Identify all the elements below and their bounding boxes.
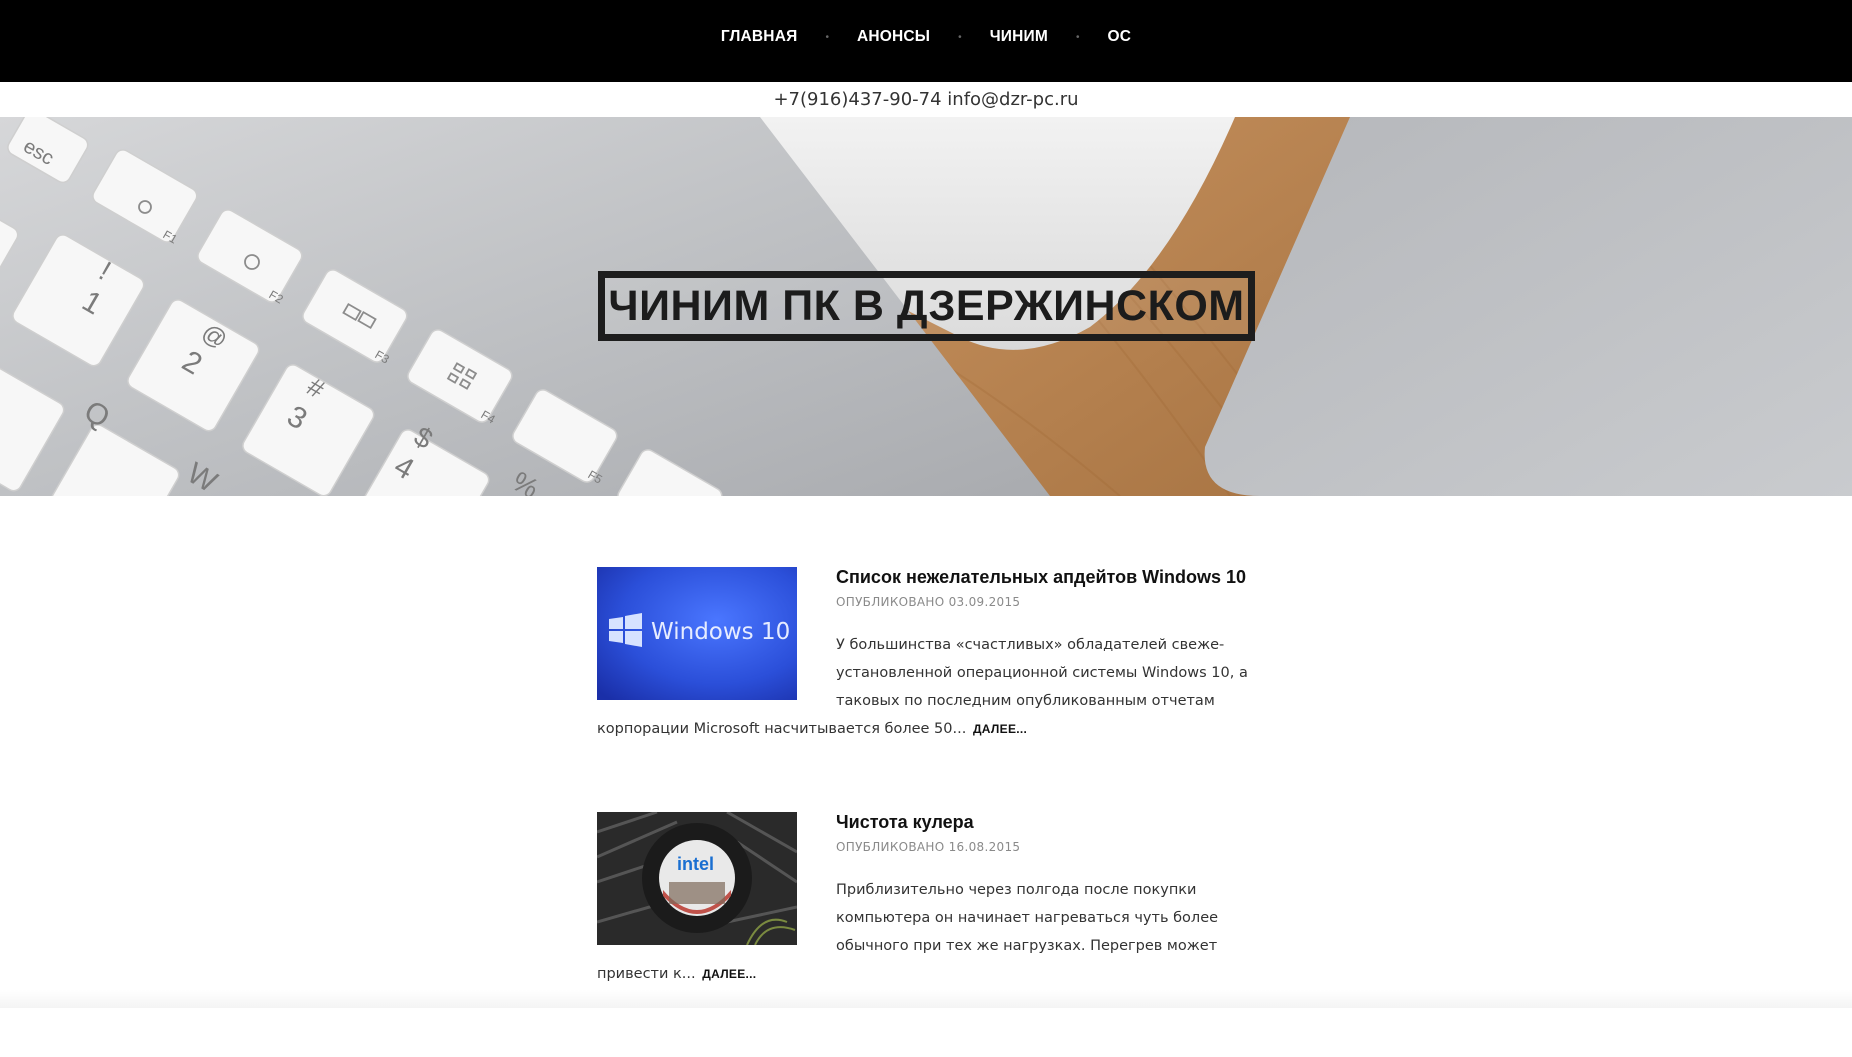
post-date: ОПУБЛИКОВАНО 16.08.2015 [836, 840, 1021, 854]
nav-link-repair[interactable]: ЧИНИМ [986, 28, 1052, 46]
post-excerpt: Приблизительно через полгода после покуп… [597, 876, 1257, 988]
hero-title-frame: ЧИНИМ ПК В ДЗЕРЖИНСКОМ [598, 271, 1255, 341]
excerpt-line: корпорации Microsoft насчитывается более… [597, 721, 967, 737]
nav-link-home[interactable]: ГЛАВНАЯ [717, 28, 802, 46]
hero-banner: esc F1 F2 F3 F4 F5 ! 1 @ 2 # 3 $ 4 % Q W [0, 117, 1852, 496]
excerpt-line: Приблизительно через полгода после покуп… [836, 882, 1197, 898]
post-item: intel Чистота кулера ОПУБЛИКОВАНО 16.08.… [597, 812, 1257, 1057]
nav-link-announcements[interactable]: АНОНСЫ [853, 28, 934, 46]
nav-separator: • [1075, 31, 1080, 43]
post-title-link[interactable]: Список нежелательных апдейтов Windows 10 [836, 567, 1246, 588]
post-list: Windows 10 Список нежелательных апдейтов… [597, 567, 1257, 1057]
nav-link-os[interactable]: ОС [1103, 28, 1135, 46]
nav-menu: ГЛАВНАЯ • АНОНСЫ • ЧИНИМ • ОС [717, 28, 1135, 46]
nav-item-home: ГЛАВНАЯ [717, 28, 802, 46]
excerpt-line: таковых по последним опубликованным отче… [836, 693, 1215, 709]
excerpt-line: У большинства «счастливых» обладателей с… [836, 637, 1225, 653]
excerpt-line: компьютера он начинает нагреваться чуть … [836, 910, 1219, 926]
thumbnail-text: intel [677, 854, 714, 874]
read-more-link[interactable]: ДАЛЕЕ... [973, 722, 1027, 736]
top-navigation: ГЛАВНАЯ • АНОНСЫ • ЧИНИМ • ОС [0, 0, 1852, 82]
excerpt-line: обычного при тех же нагрузках. Перегрев … [836, 938, 1218, 954]
nav-item-repair: ЧИНИМ [986, 28, 1052, 46]
excerpt-line: привести к... [597, 966, 696, 982]
post-item: Windows 10 Список нежелательных апдейтов… [597, 567, 1257, 812]
read-more-link[interactable]: ДАЛЕЕ... [702, 967, 756, 981]
post-date: ОПУБЛИКОВАНО 03.09.2015 [836, 595, 1021, 609]
nav-item-os: ОС [1103, 28, 1135, 46]
contact-bar: +7(916)437-90-74 info@dzr-pc.ru [0, 82, 1852, 117]
nav-item-announcements: АНОНСЫ [853, 28, 934, 46]
excerpt-line: установленной операционной системы Windo… [836, 665, 1248, 681]
post-excerpt: У большинства «счастливых» обладателей с… [597, 631, 1257, 743]
contact-email-link[interactable]: info@dzr-pc.ru [947, 89, 1078, 110]
hero-title: ЧИНИМ ПК В ДЗЕРЖИНСКОМ [608, 281, 1245, 330]
nav-separator: • [825, 31, 829, 43]
contact-phone: +7(916)437-90-74 [773, 89, 942, 110]
nav-separator: • [958, 31, 962, 43]
post-title-link[interactable]: Чистота кулера [836, 812, 974, 833]
page-bottom-fade [0, 990, 1852, 1008]
